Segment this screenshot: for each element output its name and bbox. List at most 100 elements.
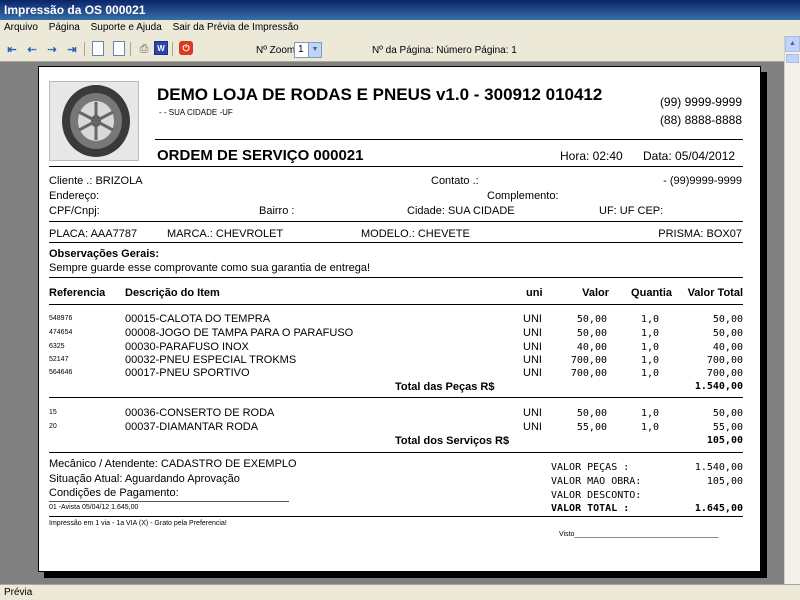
menu-suporte[interactable]: Suporte e Ajuda bbox=[87, 20, 166, 33]
situacao-field: Situação Atual: Aguardando Aprovação bbox=[49, 473, 240, 485]
toolbar-separator bbox=[172, 42, 173, 56]
previous-page-icon[interactable]: ⇠ bbox=[24, 41, 40, 57]
row-ref: 548976 bbox=[49, 315, 73, 322]
menu-pagina[interactable]: Página bbox=[45, 20, 84, 33]
zoom-select[interactable]: 1 ▼ bbox=[294, 42, 322, 58]
word-export-icon[interactable]: W bbox=[154, 41, 168, 55]
cliente-phone: - (99)9999-9999 bbox=[663, 175, 742, 187]
row-ref: 15 bbox=[49, 409, 57, 416]
print-icon[interactable]: ⎙ bbox=[136, 41, 152, 57]
divider bbox=[49, 277, 743, 278]
company-address: - - SUA CIDADE -UF bbox=[159, 108, 233, 117]
divider bbox=[155, 139, 743, 140]
row-uni: UNI bbox=[523, 367, 542, 379]
col-referencia: Referencia bbox=[49, 287, 106, 299]
vertical-scrollbar[interactable]: ▲ bbox=[784, 36, 800, 584]
row-valor: 50,00 bbox=[576, 408, 607, 419]
col-uni: uni bbox=[526, 287, 543, 299]
zoom-label: Nº Zoom bbox=[256, 45, 296, 56]
row-uni: UNI bbox=[523, 421, 542, 433]
row-valor: 55,00 bbox=[576, 422, 607, 433]
mecanico-field: Mecânico / Atendente: CADASTRO DE EXEMPL… bbox=[49, 458, 297, 470]
row-desc: 00037-DIAMANTAR RODA bbox=[125, 421, 259, 433]
divider bbox=[49, 304, 743, 305]
resumo-label: VALOR TOTAL : bbox=[551, 503, 630, 514]
row-total: 55,00 bbox=[712, 422, 743, 433]
row-uni: UNI bbox=[523, 327, 542, 339]
single-page-icon[interactable] bbox=[92, 41, 104, 56]
print-date: Data: 05/04/2012 bbox=[643, 149, 736, 163]
row-uni: UNI bbox=[523, 354, 542, 366]
toolbar-separator bbox=[84, 42, 85, 56]
row-total: 50,00 bbox=[712, 408, 743, 419]
window-title: Impressão da OS 000021 bbox=[0, 0, 800, 20]
visto-line: Visto___________________________________… bbox=[559, 531, 719, 538]
divider bbox=[49, 166, 743, 167]
scroll-up-icon[interactable]: ▲ bbox=[785, 36, 800, 52]
tire-logo-icon bbox=[49, 81, 139, 161]
row-ref: 6325 bbox=[49, 343, 65, 350]
total-pecas-label: Total das Peças R$ bbox=[395, 381, 495, 393]
toolbar: ⇤ ⇠ ⇢ ⇥ ⎙ W ⏻ Nº Zoom Nº da Página: Núme… bbox=[0, 36, 800, 62]
complemento-field: Complemento: bbox=[487, 190, 559, 202]
observacoes-text: Sempre guarde esse comprovante como sua … bbox=[49, 262, 371, 274]
row-total: 700,00 bbox=[706, 355, 743, 366]
resumo-value: 1.645,00 bbox=[694, 503, 743, 514]
report-page: DEMO LOJA DE RODAS E PNEUS v1.0 - 300912… bbox=[38, 66, 761, 572]
col-quantia: Quantia bbox=[631, 287, 672, 299]
row-total: 700,00 bbox=[706, 368, 743, 379]
total-pecas-value: 1.540,00 bbox=[694, 381, 743, 392]
cidade-field: Cidade: SUA CIDADE bbox=[407, 205, 515, 217]
resumo-label: VALOR DESCONTO: bbox=[551, 490, 642, 501]
row-qtd: 1,0 bbox=[640, 408, 659, 419]
col-descricao: Descrição do Item bbox=[125, 287, 220, 299]
col-valor-total: Valor Total bbox=[687, 287, 743, 299]
row-ref: 52147 bbox=[49, 356, 69, 363]
last-page-icon[interactable]: ⇥ bbox=[64, 41, 80, 57]
divider bbox=[49, 242, 743, 243]
prisma-field: PRISMA: BOX07 bbox=[658, 228, 742, 240]
uf-cep-field: UF: UF CEP: bbox=[599, 205, 664, 217]
resumo-label: VALOR MAO OBRA: bbox=[551, 476, 642, 487]
resumo-label: VALOR PEÇAS : bbox=[551, 462, 630, 473]
row-desc: 00030-PARAFUSO INOX bbox=[125, 341, 249, 353]
menu-sair-previa[interactable]: Sair da Prévia de Impressão bbox=[169, 20, 303, 33]
row-valor: 700,00 bbox=[570, 368, 607, 379]
next-page-icon[interactable]: ⇢ bbox=[44, 41, 60, 57]
row-valor: 700,00 bbox=[570, 355, 607, 366]
print-time: Hora: 02:40 bbox=[560, 149, 623, 163]
scroll-thumb[interactable] bbox=[786, 54, 799, 63]
zoom-value: 1 bbox=[298, 44, 304, 55]
observacoes-title: Observações Gerais: bbox=[49, 248, 160, 260]
row-uni: UNI bbox=[523, 341, 542, 353]
row-uni: UNI bbox=[523, 313, 542, 325]
os-title: ORDEM DE SERVIÇO 000021 bbox=[157, 147, 364, 164]
row-desc: 00032-PNEU ESPECIAL TROKMS bbox=[125, 354, 297, 366]
total-servicos-label: Total dos Serviços R$ bbox=[395, 435, 510, 447]
footer-note: Impressão em 1 via - 1a VIA (X) - Grato … bbox=[49, 520, 227, 527]
row-total: 40,00 bbox=[712, 342, 743, 353]
divider bbox=[49, 397, 743, 398]
company-phone-2: (88) 8888-8888 bbox=[659, 113, 742, 127]
row-ref: 564646 bbox=[49, 369, 73, 376]
cpf-field: CPF/Cnpj: bbox=[49, 205, 100, 217]
toolbar-separator bbox=[130, 42, 131, 56]
contato-field: Contato .: bbox=[431, 175, 479, 187]
col-valor: Valor bbox=[582, 287, 609, 299]
pagamento-linha: 01 -Avista 05/04/12 1.645,00 bbox=[49, 504, 139, 511]
divider bbox=[49, 221, 743, 222]
row-valor: 50,00 bbox=[576, 328, 607, 339]
bairro-field: Bairro : bbox=[259, 205, 295, 217]
company-phone-1: (99) 9999-9999 bbox=[659, 95, 742, 109]
placa-field: PLACA: AAA7787 bbox=[49, 228, 138, 240]
multi-page-icon[interactable] bbox=[113, 41, 125, 56]
row-valor: 50,00 bbox=[576, 314, 607, 325]
row-valor: 40,00 bbox=[576, 342, 607, 353]
chevron-down-icon[interactable]: ▼ bbox=[308, 43, 321, 57]
row-desc: 00017-PNEU SPORTIVO bbox=[125, 367, 250, 379]
close-preview-icon[interactable]: ⏻ bbox=[179, 41, 193, 55]
row-uni: UNI bbox=[523, 407, 542, 419]
first-page-icon[interactable]: ⇤ bbox=[4, 41, 20, 57]
menu-arquivo[interactable]: Arquivo bbox=[0, 20, 42, 33]
row-qtd: 1,0 bbox=[640, 422, 659, 433]
